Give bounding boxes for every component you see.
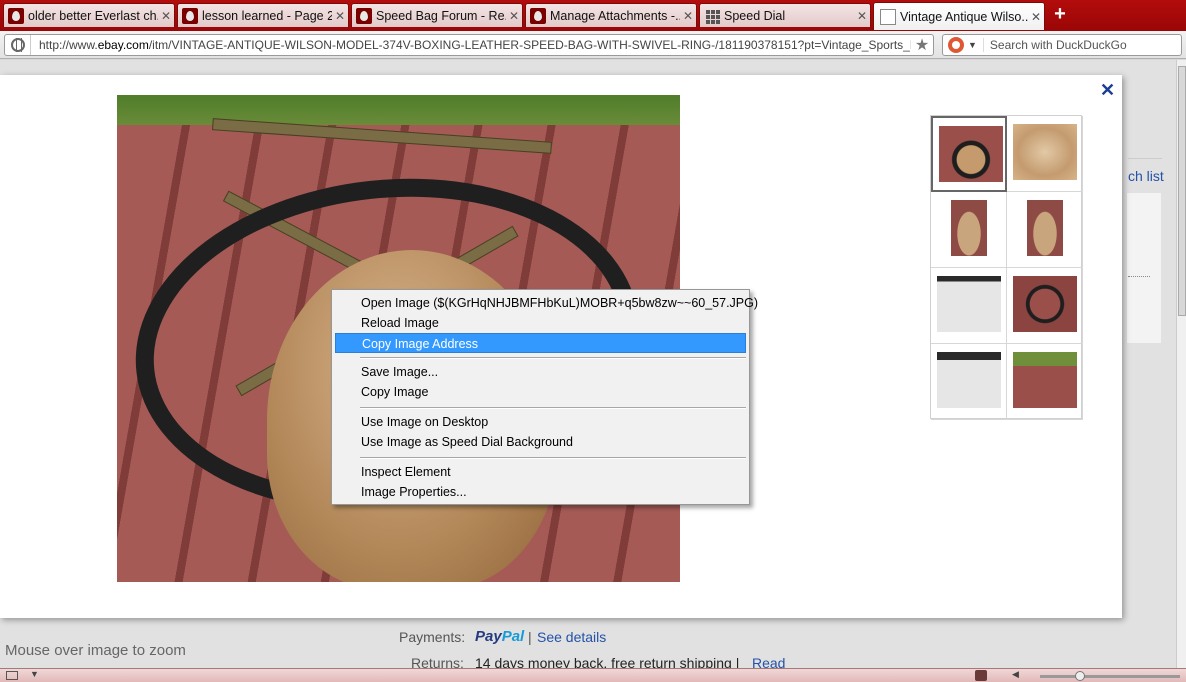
separator: | [528, 629, 532, 645]
status-bar: ▼ ◀ [0, 668, 1186, 682]
thumbnail-3[interactable] [931, 192, 1007, 268]
side-panel [1126, 193, 1161, 343]
thumbnail-8[interactable] [1007, 344, 1083, 420]
chevron-down-icon[interactable]: ▼ [30, 669, 39, 679]
thumbnail-2[interactable] [1007, 116, 1083, 192]
menu-item-copy-image-address[interactable]: Copy Image Address [335, 333, 746, 353]
menu-item-reload-image[interactable]: Reload Image [335, 313, 746, 333]
menu-item-open-image[interactable]: Open Image ($(KGrHqNHJBMFHbKuL)MOBR+q5bw… [335, 293, 758, 313]
scrollbar-thumb[interactable] [1178, 66, 1186, 316]
zoom-hint: Mouse over image to zoom [5, 642, 186, 659]
tab-close-icon[interactable]: ✕ [854, 9, 870, 23]
globe-icon [10, 38, 25, 52]
tab-close-icon[interactable]: ✕ [680, 9, 696, 23]
divider [1128, 158, 1162, 159]
thumbnail-1[interactable] [931, 116, 1007, 192]
zoom-icon[interactable] [975, 670, 987, 681]
context-menu: Open Image ($(KGrHqNHJBMFHbKuL)MOBR+q5bw… [331, 289, 758, 505]
thumbnail-6[interactable] [1007, 268, 1083, 344]
menu-item-copy-image[interactable]: Copy Image [335, 382, 746, 402]
thumbnail-4[interactable] [1007, 192, 1083, 268]
paypal-logo-part: Pay [475, 628, 502, 645]
see-details-link[interactable]: See details [537, 629, 606, 645]
dotted-divider [1128, 276, 1150, 277]
forum-drop-icon [356, 7, 372, 24]
thumbnail-image [1013, 124, 1077, 180]
vertical-scrollbar[interactable] [1176, 60, 1186, 668]
url-path: /itm/VINTAGE-ANTIQUE-WILSON-MODEL-374V-B… [148, 38, 911, 52]
zoom-arrow-icon[interactable]: ◀ [1012, 669, 1019, 680]
tab-speed-bag-forum[interactable]: Speed Bag Forum - Re... ✕ [351, 3, 523, 27]
thumbnail-5[interactable] [931, 268, 1007, 344]
search-input[interactable]: Search with DuckDuckGo [982, 38, 1127, 52]
tab-title: Speed Dial [724, 8, 786, 23]
tab-title: lesson learned - Page 2... [202, 8, 332, 23]
tab-speed-dial[interactable]: Speed Dial ✕ [699, 3, 871, 27]
thumbnail-image [937, 352, 1001, 408]
tab-strip: older better Everlast ch... ✕ lesson lea… [0, 0, 1186, 31]
forum-drop-icon [530, 7, 546, 24]
search-engine-dropdown-icon[interactable]: ▼ [968, 40, 977, 50]
speed-dial-grid-icon [704, 8, 720, 24]
tab-vintage-antique-wilson[interactable]: Vintage Antique Wilso... ✕ [873, 2, 1045, 30]
search-box[interactable]: ▼ Search with DuckDuckGo [942, 34, 1182, 56]
thumbnail-image [939, 126, 1003, 182]
forum-drop-icon [8, 7, 24, 24]
thumbnail-image [951, 200, 987, 256]
tab-manage-attachments[interactable]: Manage Attachments -... ✕ [525, 3, 697, 27]
watch-list-link[interactable]: ch list [1128, 168, 1164, 184]
url-field[interactable]: http://www.ebay.com/itm/VINTAGE-ANTIQUE-… [31, 38, 911, 52]
tab-lesson-learned[interactable]: lesson learned - Page 2... ✕ [177, 3, 349, 27]
menu-item-use-image-speed-dial[interactable]: Use Image as Speed Dial Background [335, 432, 746, 452]
menu-separator [360, 457, 746, 459]
menu-item-inspect-element[interactable]: Inspect Element [335, 462, 746, 482]
menu-item-use-image-desktop[interactable]: Use Image on Desktop [335, 412, 746, 432]
document-icon [880, 8, 896, 25]
panel-toggle-icon[interactable] [6, 671, 18, 680]
tab-title: Manage Attachments -... [550, 8, 680, 23]
new-tab-button[interactable]: + [1050, 4, 1070, 24]
menu-separator [360, 357, 746, 359]
payments-label: Payments: [399, 629, 466, 645]
navigation-bar: http://www.ebay.com/itm/VINTAGE-ANTIQUE-… [0, 31, 1186, 59]
paypal-logo-part: Pal [501, 628, 525, 645]
thumbnail-image [1013, 276, 1077, 332]
thumbnail-image [1027, 200, 1063, 256]
bookmark-star-icon[interactable]: ★ [911, 35, 933, 55]
menu-item-save-image[interactable]: Save Image... [335, 362, 746, 382]
tab-title: Vintage Antique Wilso... [900, 9, 1028, 24]
thumbnail-image [1013, 352, 1077, 408]
forum-drop-icon [182, 7, 198, 24]
tab-older-better-everlast[interactable]: older better Everlast ch... ✕ [3, 3, 175, 27]
zoom-slider-handle[interactable] [1075, 671, 1085, 681]
tab-title: older better Everlast ch... [28, 8, 158, 23]
thumbnail-image [937, 276, 1001, 332]
menu-separator [360, 407, 746, 409]
tab-title: Speed Bag Forum - Re... [376, 8, 506, 23]
url-prefix: http://www. [39, 38, 98, 52]
address-bar[interactable]: http://www.ebay.com/itm/VINTAGE-ANTIQUE-… [4, 34, 934, 56]
url-domain: ebay.com [97, 38, 149, 52]
tab-close-icon[interactable]: ✕ [332, 9, 348, 23]
tab-close-icon[interactable]: ✕ [158, 9, 174, 23]
site-info-button[interactable] [5, 35, 31, 55]
zoom-slider[interactable] [1040, 675, 1180, 678]
tab-close-icon[interactable]: ✕ [1028, 10, 1044, 24]
thumbnail-grid [930, 115, 1083, 420]
duckduckgo-icon[interactable] [948, 37, 964, 53]
thumbnail-7[interactable] [931, 344, 1007, 420]
tab-close-icon[interactable]: ✕ [506, 9, 522, 23]
menu-item-image-properties[interactable]: Image Properties... [335, 482, 746, 502]
paypal-logo: PayPal [475, 628, 524, 645]
close-icon[interactable]: ✕ [1100, 80, 1115, 101]
